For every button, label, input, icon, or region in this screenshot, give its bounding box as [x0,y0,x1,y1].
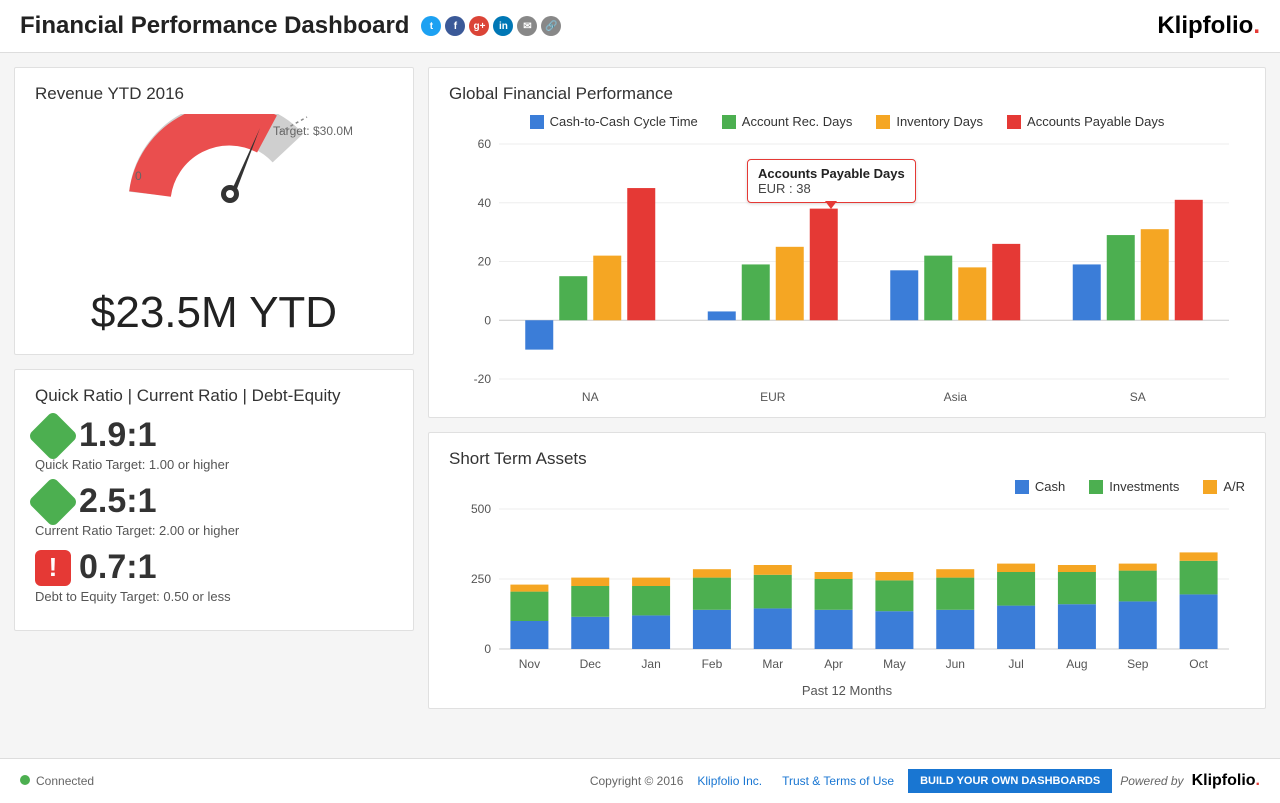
quick-ratio-target: Quick Ratio Target: 1.00 or higher [35,457,393,472]
email-icon[interactable]: ✉ [517,16,537,36]
legend-item[interactable]: Inventory Days [876,114,983,129]
link-icon[interactable]: 🔗 [541,16,561,36]
ratios-title: Quick Ratio | Current Ratio | Debt-Equit… [35,386,393,406]
alert-icon: ! [35,550,71,586]
svg-text:Nov: Nov [519,657,540,671]
legend-item[interactable]: Cash [1015,479,1065,494]
revenue-value: $23.5M YTD [35,288,393,338]
svg-text:0: 0 [484,313,491,327]
facebook-icon[interactable]: f [445,16,465,36]
svg-text:500: 500 [471,504,491,516]
footer-logo: Klipfolio. [1192,772,1260,790]
svg-text:Oct: Oct [1189,657,1208,671]
svg-text:Asia: Asia [944,390,968,404]
svg-text:NA: NA [582,390,599,404]
assets-chart-title: Short Term Assets [449,449,1245,469]
svg-text:Jun: Jun [946,657,965,671]
global-chart-title: Global Financial Performance [449,84,1245,104]
quick-ratio-value: 1.9:1 [79,416,157,455]
legend-item[interactable]: Accounts Payable Days [1007,114,1164,129]
current-ratio-target: Current Ratio Target: 2.00 or higher [35,523,393,538]
assets-chart[interactable]: 0 250 500 Nov Dec Jan Feb Mar Apr May Jun Jul Aug Sep… [449,504,1239,674]
global-performance-panel: Global Financial Performance Cash-to-Cas… [428,67,1266,418]
svg-text:Mar: Mar [762,657,783,671]
svg-text:60: 60 [478,139,492,151]
linkedin-icon[interactable]: in [493,16,513,36]
svg-text:Jan: Jan [641,657,660,671]
terms-link[interactable]: Trust & Terms of Use [782,774,894,788]
header: Financial Performance Dashboard t f g+ i… [0,0,1280,53]
assets-chart-legend: Cash Investments A/R [449,479,1245,494]
twitter-icon[interactable]: t [421,16,441,36]
build-dashboards-button[interactable]: BUILD YOUR OWN DASHBOARDS [908,769,1112,793]
klipfolio-link[interactable]: Klipfolio Inc. [697,774,762,788]
debt-ratio-value: 0.7:1 [79,548,157,587]
revenue-title: Revenue YTD 2016 [35,84,393,104]
svg-text:Feb: Feb [702,657,723,671]
svg-text:20: 20 [478,255,492,269]
revenue-target: Target: $30.0M [273,124,353,138]
ratios-panel: Quick Ratio | Current Ratio | Debt-Equit… [14,369,414,631]
svg-text:Apr: Apr [824,657,843,671]
revenue-gauge: Target: $30.0M 0 [35,114,393,284]
svg-text:May: May [883,657,906,671]
assets-xlabel: Past 12 Months [449,683,1245,698]
footer: Connected Copyright © 2016 Klipfolio Inc… [0,758,1280,803]
svg-text:-20: -20 [474,372,492,386]
revenue-zero: 0 [135,169,142,183]
legend-item[interactable]: A/R [1203,479,1245,494]
chart-tooltip: Accounts Payable Days EUR : 38 [747,159,916,203]
short-term-assets-panel: Short Term Assets Cash Investments A/R 0 25… [428,432,1266,709]
svg-text:Sep: Sep [1127,657,1149,671]
diamond-icon [28,410,79,461]
svg-text:Aug: Aug [1066,657,1087,671]
googleplus-icon[interactable]: g+ [469,16,489,36]
svg-text:SA: SA [1130,390,1146,404]
svg-text:Jul: Jul [1008,657,1023,671]
connection-status: Connected [36,774,94,788]
debt-ratio-target: Debt to Equity Target: 0.50 or less [35,589,393,604]
global-chart-legend: Cash-to-Cash Cycle Time Account Rec. Days… [449,114,1245,129]
svg-text:0: 0 [484,642,491,656]
connection-dot-icon [20,775,30,785]
svg-text:Dec: Dec [580,657,601,671]
legend-item[interactable]: Cash-to-Cash Cycle Time [530,114,698,129]
svg-text:250: 250 [471,572,491,586]
social-icons: t f g+ in ✉ 🔗 [421,16,561,36]
page-title: Financial Performance Dashboard [20,12,409,40]
brand-logo: Klipfolio. [1157,12,1260,40]
legend-item[interactable]: Account Rec. Days [722,114,853,129]
revenue-panel: Revenue YTD 2016 Target: $30.0M 0 $2 [14,67,414,355]
diamond-icon [28,476,79,527]
current-ratio-value: 2.5:1 [79,482,157,521]
svg-text:EUR: EUR [760,390,786,404]
legend-item[interactable]: Investments [1089,479,1179,494]
svg-text:40: 40 [478,196,492,210]
